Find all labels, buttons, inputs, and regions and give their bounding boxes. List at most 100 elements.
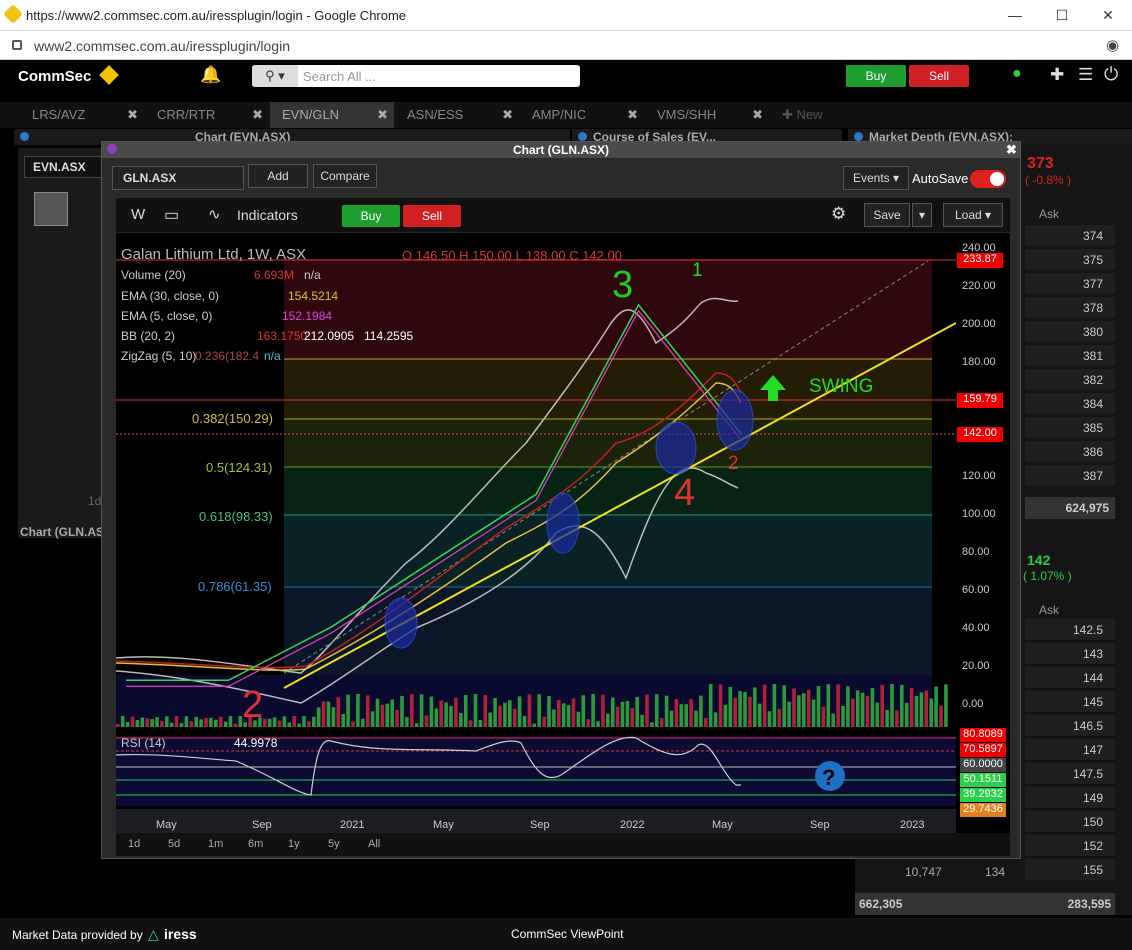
ask-row[interactable]: 382 xyxy=(1025,369,1115,391)
ask-row[interactable]: 149 xyxy=(1025,787,1115,809)
settings-icon[interactable]: ⚙ xyxy=(831,204,846,224)
modal-link-icon[interactable] xyxy=(107,144,117,154)
ask-row[interactable]: 387 xyxy=(1025,465,1115,487)
tab-crr-rtr[interactable]: CRR/RTR ✖ xyxy=(145,102,269,128)
ask-row[interactable]: 381 xyxy=(1025,345,1115,367)
price-chart[interactable]: ? xyxy=(115,233,1010,856)
search-icon[interactable]: ⚲ ▾ xyxy=(252,65,298,87)
power-icon[interactable]: ⏻ xyxy=(1104,64,1118,85)
chart-sell-button[interactable]: Sell xyxy=(403,205,461,227)
tab-amp-nic[interactable]: AMP/NIC ✖ xyxy=(520,102,644,128)
panel-link-icon[interactable] xyxy=(578,132,587,141)
search-placeholder[interactable]: Search All ... xyxy=(303,69,376,84)
brand-logo[interactable]: CommSec xyxy=(18,68,91,85)
minimize-icon[interactable]: — xyxy=(995,4,1035,26)
lightbulb-icon[interactable]: ● xyxy=(1012,65,1022,83)
volume-bar xyxy=(664,695,669,727)
range-button-1y[interactable]: 1y xyxy=(288,838,300,850)
volume-bar xyxy=(194,716,198,727)
add-button[interactable]: Add xyxy=(248,164,308,188)
header-sell-button[interactable]: Sell xyxy=(909,65,969,87)
range-button-5y[interactable]: 5y xyxy=(328,838,340,850)
close-tab-icon[interactable]: ✖ xyxy=(627,102,638,128)
autosave-toggle[interactable] xyxy=(970,170,1006,188)
volume-bar xyxy=(272,717,277,727)
panel-link-icon[interactable] xyxy=(854,132,863,141)
ask-row[interactable]: 143 xyxy=(1025,643,1115,665)
menu-icon[interactable]: ☰ xyxy=(1078,65,1093,85)
iress-logo: iress xyxy=(164,926,197,942)
tab-lrs-avz[interactable]: LRS/AVZ ✖ xyxy=(20,102,144,128)
close-icon[interactable]: ✕ xyxy=(1088,4,1128,26)
chart-buy-button[interactable]: Buy xyxy=(342,205,400,227)
tab-new[interactable]: ✚ New xyxy=(770,102,840,128)
ask-row[interactable]: 155 xyxy=(1025,859,1115,881)
left-symbol-input[interactable]: EVN.ASX xyxy=(24,156,102,178)
range-button-All[interactable]: All xyxy=(368,838,380,850)
indicators-icon[interactable]: ∿ xyxy=(208,205,221,223)
range-button-6m[interactable]: 6m xyxy=(248,838,263,850)
url-text[interactable]: www2.commsec.com.au/iressplugin/login xyxy=(34,38,290,54)
save-options-icon[interactable]: ▾ xyxy=(912,203,932,227)
ask-row[interactable]: 380 xyxy=(1025,321,1115,343)
ask-row[interactable]: 385 xyxy=(1025,417,1115,439)
header-buy-button[interactable]: Buy xyxy=(846,65,906,87)
symbol-input[interactable]: GLN.ASX xyxy=(112,166,244,190)
close-tab-icon[interactable]: ✖ xyxy=(377,102,388,128)
site-icon xyxy=(3,4,23,24)
compare-button[interactable]: Compare xyxy=(313,164,377,188)
add-icon[interactable]: ✚ xyxy=(1050,65,1064,85)
ask-row[interactable]: 145 xyxy=(1025,691,1115,713)
load-dropdown[interactable]: Load ▾ xyxy=(943,203,1003,227)
tab-evn-gln[interactable]: EVN/GLN ✖ xyxy=(270,102,394,128)
events-dropdown[interactable]: Events ▾ xyxy=(843,166,909,190)
range-button-5d[interactable]: 5d xyxy=(168,838,180,850)
legend-zigzag: ZigZag (5, 10) xyxy=(121,349,197,363)
range-button-1m[interactable]: 1m xyxy=(208,838,223,850)
ask-row[interactable]: 378 xyxy=(1025,297,1115,319)
indicators-button[interactable]: Indicators xyxy=(237,207,298,223)
price-chart-svg[interactable]: ? xyxy=(115,233,1010,856)
modal-close-icon[interactable]: ✖ xyxy=(1006,142,1017,158)
left-interval[interactable]: 1d xyxy=(88,494,101,508)
ask-row[interactable]: 375 xyxy=(1025,249,1115,271)
ask-row[interactable]: 147 xyxy=(1025,739,1115,761)
price-tick: 120.00 xyxy=(962,470,996,482)
ask-row[interactable]: 146.5 xyxy=(1025,715,1115,737)
volume-bar xyxy=(699,695,703,727)
ask-row[interactable]: 152 xyxy=(1025,835,1115,857)
ask-row[interactable]: 374 xyxy=(1025,225,1115,247)
ask-row[interactable]: 150 xyxy=(1025,811,1115,833)
crosshair-tool-icon[interactable] xyxy=(34,192,68,226)
interval-selector[interactable]: W xyxy=(131,206,145,223)
tab-label: CRR/RTR xyxy=(157,107,216,122)
tab-vms-shh[interactable]: VMS/SHH ✖ xyxy=(645,102,769,128)
rsi-tick: 39.2932 xyxy=(960,788,1006,802)
close-tab-icon[interactable]: ✖ xyxy=(502,102,513,128)
address-bar[interactable]: www2.commsec.com.au/iressplugin/login ◉ xyxy=(0,31,1132,60)
maximize-icon[interactable]: ☐ xyxy=(1042,4,1082,26)
volume-bar xyxy=(586,719,590,727)
tab-asn-ess[interactable]: ASN/ESS ✖ xyxy=(395,102,519,128)
range-button-1d[interactable]: 1d xyxy=(128,838,140,850)
volume-bar xyxy=(542,716,546,727)
volume-bar xyxy=(606,713,610,727)
ask-row[interactable]: 142.5 xyxy=(1025,619,1115,641)
search-box[interactable]: ⚲ ▾ Search All ... xyxy=(252,65,580,87)
ask-row[interactable]: 384 xyxy=(1025,393,1115,415)
eye-icon[interactable]: ◉ xyxy=(1106,36,1119,54)
wave-1-label: 1 xyxy=(692,260,703,281)
candle-type-icon[interactable]: ▭ xyxy=(164,205,179,225)
ask-row[interactable]: 147.5 xyxy=(1025,763,1115,785)
volume-bar xyxy=(708,684,713,727)
close-tab-icon[interactable]: ✖ xyxy=(252,102,263,128)
volume-bar xyxy=(498,705,502,727)
panel-link-icon[interactable] xyxy=(20,132,29,141)
save-button[interactable]: Save xyxy=(864,203,910,227)
close-tab-icon[interactable]: ✖ xyxy=(127,102,138,128)
ask-row[interactable]: 377 xyxy=(1025,273,1115,295)
ask-row[interactable]: 386 xyxy=(1025,441,1115,463)
bell-icon[interactable]: 🔔 xyxy=(200,65,221,85)
close-tab-icon[interactable]: ✖ xyxy=(752,102,763,128)
ask-row[interactable]: 144 xyxy=(1025,667,1115,689)
